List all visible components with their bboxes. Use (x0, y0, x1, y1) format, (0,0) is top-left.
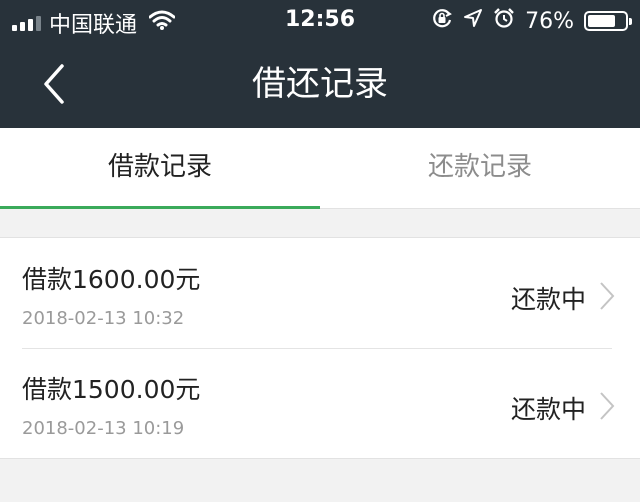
status-right: 76% (431, 7, 632, 35)
status-left: 中国联通 (12, 7, 176, 39)
nav-bar: 借还记录 (0, 40, 640, 128)
status-bar: 中国联通 12:56 76% (0, 0, 640, 40)
chevron-right-icon (600, 392, 615, 420)
chevron-right-icon (600, 282, 615, 310)
carrier-label: 中国联通 (49, 13, 138, 38)
app-header: 中国联通 12:56 76% 借还记录 (0, 0, 640, 128)
record-title: 借款1500.00元 (22, 375, 201, 404)
rotation-lock-icon (431, 7, 453, 35)
record-time: 2018-02-13 10:19 (22, 418, 185, 439)
record-status: 还款中 (510, 285, 586, 314)
battery-percent: 76% (525, 8, 574, 34)
tab-repay-records[interactable]: 还款记录 (320, 128, 640, 208)
location-icon (463, 8, 483, 34)
alarm-icon (493, 7, 515, 35)
list-item[interactable]: 借款1600.00元 2018-02-13 10:32 还款中 (0, 238, 640, 348)
battery-tip (629, 18, 632, 25)
record-list: 借款1600.00元 2018-02-13 10:32 还款中 借款1500.0… (0, 237, 640, 459)
battery-icon (584, 11, 632, 31)
list-item[interactable]: 借款1500.00元 2018-02-13 10:19 还款中 (0, 348, 640, 458)
record-status: 还款中 (510, 395, 586, 424)
signal-icon (12, 15, 41, 31)
chevron-left-icon (44, 64, 64, 104)
back-button[interactable] (30, 60, 78, 108)
record-title: 借款1600.00元 (22, 265, 201, 294)
wifi-icon (148, 10, 176, 36)
record-tabs: 借款记录 还款记录 (0, 128, 640, 209)
battery-fill (588, 15, 615, 27)
record-time: 2018-02-13 10:32 (22, 308, 185, 329)
page-title: 借还记录 (252, 64, 388, 104)
tab-borrow-records[interactable]: 借款记录 (0, 128, 320, 209)
